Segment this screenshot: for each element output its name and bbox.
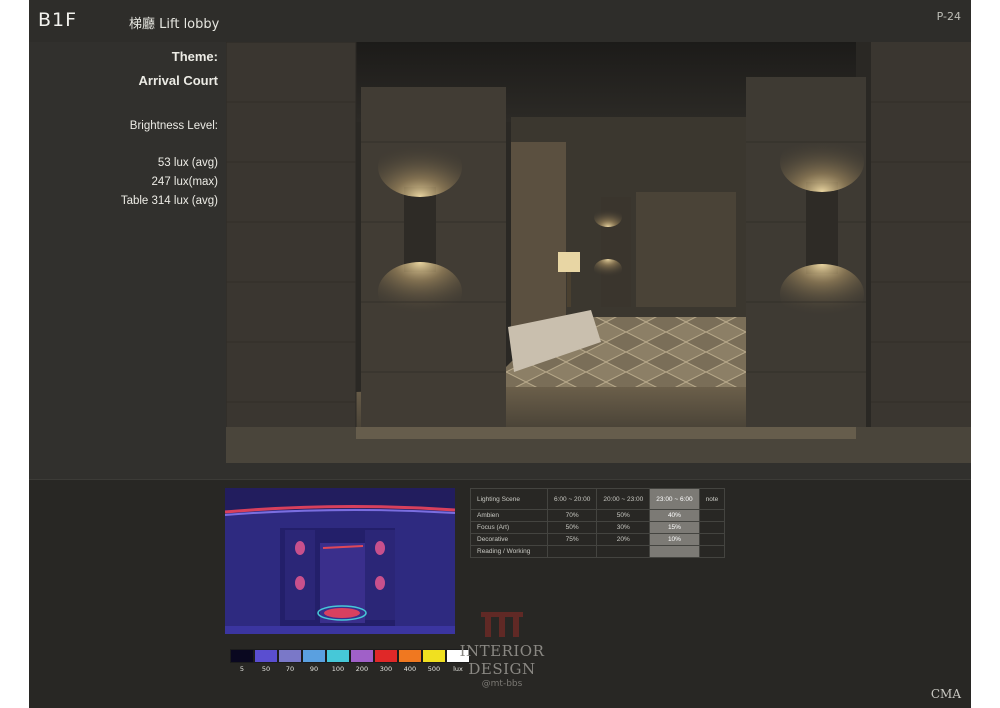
lux-scale-label: 90 — [309, 665, 319, 673]
lux-average: 53 lux (avg) — [157, 157, 218, 169]
table-cell — [698, 521, 726, 534]
area-title: 梯廳 Lift lobby — [129, 17, 220, 32]
table-cell: 50% — [596, 509, 651, 522]
table-cell: 10% — [649, 533, 700, 546]
watermark: INTERIOR DESIGN @mt-bbs — [432, 610, 572, 689]
lux-scale-swatch — [350, 649, 374, 663]
lobby-rendering-image — [226, 42, 971, 463]
table-cell — [596, 545, 651, 558]
table-row: Ambien 70% 50% 40% — [470, 509, 726, 522]
watermark-logo-icon — [481, 612, 523, 637]
page-header: B1F 梯廳 Lift lobby P-24 — [29, 0, 971, 42]
table-cell: 15% — [649, 521, 700, 534]
page-number: P-24 — [936, 10, 961, 23]
lux-scale-label: 70 — [285, 665, 295, 673]
table-row: Reading / Working — [470, 545, 726, 558]
column-header: 6:00 ~ 20:00 — [546, 488, 598, 510]
row-label: Focus (Art) — [470, 521, 548, 534]
brand-footer: CMA — [930, 687, 961, 701]
lighting-analysis-section: 5 50 70 90 100 200 300 400 500 lux Lighting Scene… — [29, 479, 971, 708]
table-cell: 50% — [546, 521, 598, 534]
column-header: Lighting Scene — [470, 488, 548, 510]
table-cell — [698, 533, 726, 546]
lobby-rendering — [226, 42, 971, 463]
table-header-row: Lighting Scene 6:00 ~ 20:00 20:00 ~ 23:0… — [470, 488, 726, 510]
lux-scale-swatch — [398, 649, 422, 663]
lux-simulation-image — [225, 488, 455, 634]
lux-scale-swatch — [230, 649, 254, 663]
table-row: Focus (Art) 50% 30% 15% — [470, 521, 726, 534]
floor-label: B1F — [38, 9, 78, 31]
lux-scale-label: 300 — [379, 665, 393, 673]
table-cell — [698, 509, 726, 522]
lux-scale-label: 100 — [331, 665, 345, 673]
brightness-label: Brightness Level: — [129, 120, 218, 132]
table-cell: 30% — [596, 521, 651, 534]
lux-scale-swatch — [302, 649, 326, 663]
lux-table-average: Table 314 lux (avg) — [120, 195, 218, 207]
table-row: Decorative 75% 20% 10% — [470, 533, 726, 546]
lux-scale-label: 400 — [403, 665, 417, 673]
table-cell: 40% — [649, 509, 700, 522]
lux-scale-swatch — [278, 649, 302, 663]
lux-simulation-graphic — [225, 488, 455, 634]
presentation-page: B1F 梯廳 Lift lobby P-24 Theme: Arrival Co… — [29, 0, 971, 708]
watermark-subtext: @mt-bbs — [481, 679, 523, 689]
row-label: Reading / Working — [470, 545, 548, 558]
watermark-text: INTERIOR DESIGN — [459, 642, 545, 678]
lux-scale-swatch — [326, 649, 350, 663]
row-label: Decorative — [470, 533, 548, 546]
lux-scale-swatch — [254, 649, 278, 663]
theme-value: Arrival Court — [138, 73, 218, 88]
column-header: 20:00 ~ 23:00 — [596, 488, 651, 510]
column-header: 23:00 ~ 6:00 — [649, 488, 700, 510]
lux-scale-label: 200 — [355, 665, 369, 673]
theme-label: Theme: — [171, 49, 218, 64]
lux-scale-label: 50 — [261, 665, 271, 673]
row-label: Ambien — [470, 509, 548, 522]
column-header: note — [698, 488, 726, 510]
lighting-scene-table: Lighting Scene 6:00 ~ 20:00 20:00 ~ 23:0… — [470, 488, 726, 558]
table-cell — [546, 545, 598, 558]
lux-maximum: 247 lux(max) — [151, 176, 218, 188]
table-cell: 20% — [596, 533, 651, 546]
lux-scale-swatch — [374, 649, 398, 663]
table-cell: 75% — [546, 533, 598, 546]
lux-scale-label: 5 — [239, 665, 245, 673]
table-cell — [698, 545, 726, 558]
table-cell — [649, 545, 700, 558]
table-cell: 70% — [546, 509, 598, 522]
